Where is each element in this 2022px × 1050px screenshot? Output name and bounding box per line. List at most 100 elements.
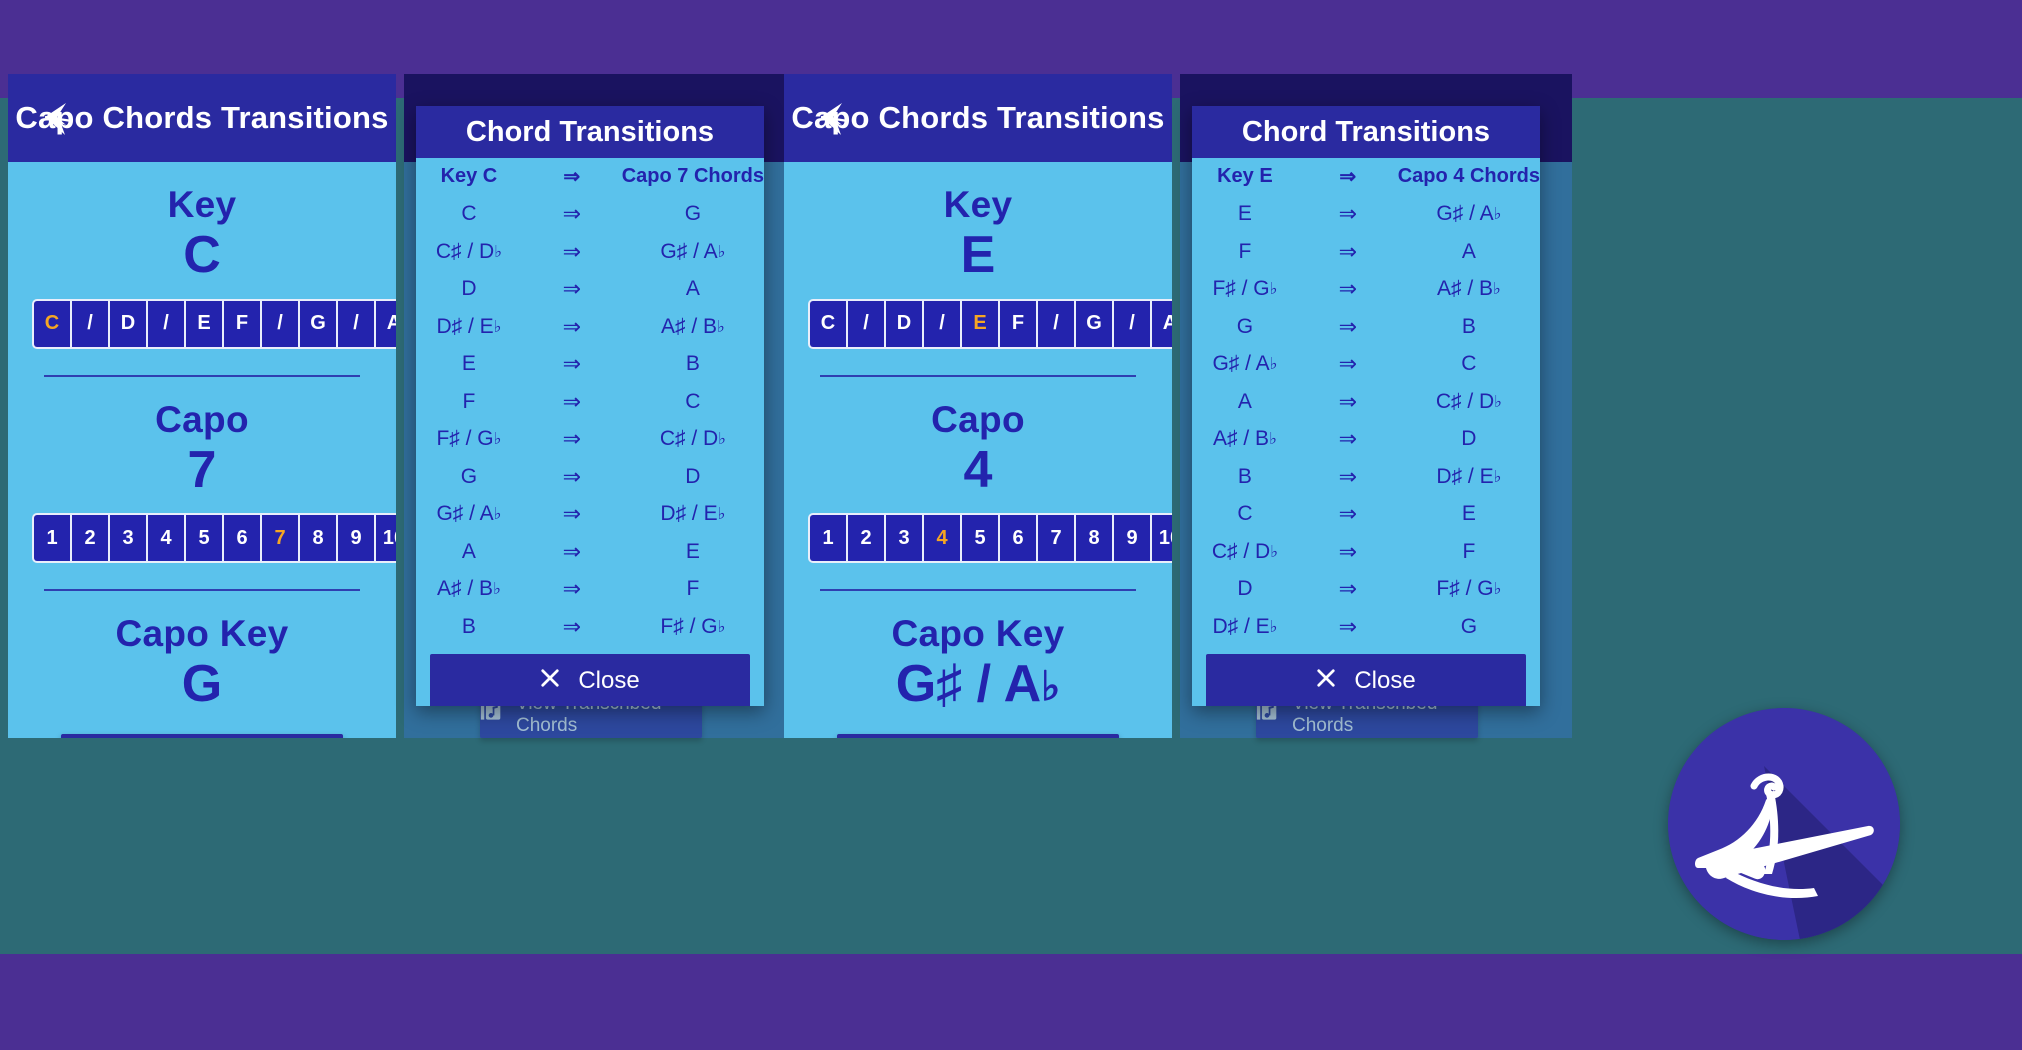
key-option-G[interactable]: G (300, 300, 336, 347)
key-option-slash[interactable]: / (72, 300, 108, 347)
capo-option-2[interactable]: 2 (72, 515, 108, 562)
close-x-icon-2 (1316, 667, 1336, 695)
transitions-table-1: Key C ⇒ Capo 7 Chords C ⇒ G C♯ / D♭ ⇒ G♯ / A♭ D ⇒ A… (416, 158, 764, 646)
source-chord: A (461, 539, 476, 563)
target-chord: G♯ / A♭ (1436, 202, 1502, 226)
target-chord: B (685, 352, 700, 376)
chord-transitions-dialog-1: Chord Transitions Key C ⇒ Capo 7 Chords C ⇒ G… (416, 106, 764, 706)
capo-option-7[interactable]: 7 (1038, 515, 1074, 562)
target-chord: G♯ / A♭ (660, 239, 726, 263)
table-row: D♯ / E♭ ⇒ A♯ / B♭ (416, 308, 764, 346)
source-chord: D♯ / E♭ (436, 314, 502, 338)
capo-option-5[interactable]: 5 (186, 515, 222, 562)
target-chord: G (684, 202, 702, 226)
arrow-icon: ⇒ (1338, 313, 1357, 339)
capo-option-9[interactable]: 9 (1114, 515, 1150, 562)
table-row: G♯ / A♭ ⇒ C (1192, 346, 1540, 384)
key-selector-3[interactable]: C/D/EF/G/A/B (808, 298, 1172, 349)
target-chord: E (1461, 502, 1476, 526)
capo-option-6[interactable]: 6 (1000, 515, 1036, 562)
target-chord: B (1461, 314, 1476, 338)
capo-option-8[interactable]: 8 (300, 515, 336, 562)
key-value-1: C (183, 226, 221, 284)
table-row: G♯ / A♭ ⇒ D♯ / E♭ (416, 496, 764, 534)
capo-selector-1[interactable]: 1234567891011 (32, 513, 396, 564)
target-chord: C♯ / D♭ (659, 427, 726, 451)
key-option-G[interactable]: G (1076, 300, 1112, 347)
key-selector-1[interactable]: C/D/EF/G/A/B (32, 298, 396, 349)
capo-option-1[interactable]: 1 (34, 515, 70, 562)
arrow-icon: ⇒ (562, 276, 581, 302)
capo-value-3: 4 (963, 440, 993, 499)
key-option-slash[interactable]: / (848, 300, 884, 347)
capo-key-label-3: Capo Key (891, 613, 1065, 655)
table-row: B ⇒ D♯ / E♭ (1192, 458, 1540, 496)
table-row: A ⇒ E (416, 533, 764, 571)
source-chord: F (1238, 239, 1252, 263)
screenshot-root: Capo Chords Transitions Key C C/D/EF/G/A… (0, 0, 2022, 1050)
key-option-A[interactable]: A (1152, 300, 1172, 347)
key-option-F[interactable]: F (224, 300, 260, 347)
capo-option-6[interactable]: 6 (224, 515, 260, 562)
key-option-C[interactable]: C (34, 300, 70, 347)
key-option-slash[interactable]: / (924, 300, 960, 347)
target-chord: F (1462, 539, 1476, 563)
key-option-F[interactable]: F (1000, 300, 1036, 347)
key-option-D[interactable]: D (110, 300, 146, 347)
arrow-icon: ⇒ (562, 426, 581, 452)
key-option-C[interactable]: C (810, 300, 846, 347)
arrow-icon: ⇒ (562, 351, 581, 377)
header-key-label: Key C (440, 165, 498, 188)
source-chord: A♯ / B♭ (1213, 427, 1277, 451)
capo-back-icon-3[interactable] (808, 95, 854, 141)
key-option-slash[interactable]: / (148, 300, 184, 347)
capo-selector-3[interactable]: 1234567891011 (808, 513, 1172, 564)
capo-option-1[interactable]: 1 (810, 515, 846, 562)
dialog-bar-2: Chord Transitions (1192, 106, 1540, 158)
capo-option-4[interactable]: 4 (924, 515, 960, 562)
close-button-1[interactable]: Close (430, 653, 750, 706)
arrow-icon: ⇒ (1338, 388, 1357, 414)
target-chord: G (1460, 614, 1478, 638)
key-option-E[interactable]: E (962, 300, 998, 347)
key-label-1: Key (167, 184, 237, 225)
key-option-E[interactable]: E (186, 300, 222, 347)
capo-option-2[interactable]: 2 (848, 515, 884, 562)
capo-option-3[interactable]: 3 (886, 515, 922, 562)
divider-1a (44, 374, 360, 377)
source-chord: G♯ / A♭ (436, 502, 502, 526)
key-option-A[interactable]: A (376, 300, 396, 347)
capo-option-10[interactable]: 10 (1152, 515, 1172, 562)
key-option-slash[interactable]: / (1038, 300, 1074, 347)
arrow-icon: ⇒ (562, 613, 581, 639)
target-chord: A (685, 277, 700, 301)
target-chord: C (1461, 352, 1477, 376)
capo-option-8[interactable]: 8 (1076, 515, 1112, 562)
capo-option-4[interactable]: 4 (148, 515, 184, 562)
capo-option-10[interactable]: 10 (376, 515, 396, 562)
table-row: A♯ / B♭ ⇒ D (1192, 421, 1540, 459)
phone-screen-1: Capo Chords Transitions Key C C/D/EF/G/A… (8, 74, 396, 738)
table-row: F ⇒ A (1192, 233, 1540, 271)
key-option-slash[interactable]: / (338, 300, 374, 347)
dialog-title-1: Chord Transitions (465, 115, 715, 148)
table-row: A ⇒ C♯ / D♭ (1192, 383, 1540, 421)
key-option-slash[interactable]: / (1114, 300, 1150, 347)
capo-back-icon[interactable] (32, 95, 78, 141)
arrow-icon: ⇒ (1338, 538, 1357, 564)
table-row: D ⇒ F♯ / G♭ (1192, 571, 1540, 609)
capo-option-7[interactable]: 7 (262, 515, 298, 562)
key-option-D[interactable]: D (886, 300, 922, 347)
capo-option-3[interactable]: 3 (110, 515, 146, 562)
arrow-icon: ⇒ (1338, 276, 1357, 302)
capo-option-9[interactable]: 9 (338, 515, 374, 562)
view-transcribed-chords-button-1[interactable]: View Transcribed Chords (61, 733, 343, 738)
table-row: D♯ / E♭ ⇒ G (1192, 608, 1540, 646)
arrow-icon: ⇒ (562, 201, 581, 227)
key-option-slash[interactable]: / (262, 300, 298, 347)
arrow-icon: ⇒ (562, 238, 581, 264)
capo-option-5[interactable]: 5 (962, 515, 998, 562)
close-button-2[interactable]: Close (1206, 653, 1526, 706)
view-transcribed-chords-button-3[interactable]: View Transcribed Chords (837, 733, 1119, 738)
arrow-icon: ⇒ (1339, 166, 1357, 189)
